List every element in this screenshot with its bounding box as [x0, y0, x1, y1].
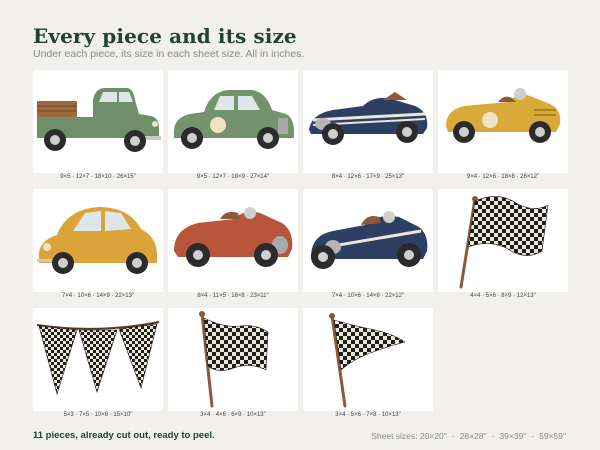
piece-card[interactable]: 8×4 · 12×6 · 17×9 · 25×13" — [303, 70, 433, 180]
piece-sizes: 7×4 · 10×6 · 14×8 · 22×12" — [331, 293, 405, 299]
yellow-beetle-illustration — [37, 207, 157, 274]
piece-image — [33, 189, 163, 292]
piece-image — [303, 189, 433, 292]
piece-card[interactable]: 9×5 · 12×7 · 18×10 · 26×15" — [33, 70, 163, 180]
sheet-size: 28×28" — [459, 431, 487, 441]
page-title: Every piece and its size — [33, 24, 297, 48]
yellow-race-car-illustration — [446, 88, 561, 143]
piece-card[interactable]: 7×4 · 10×6 · 14×9 · 22×13" — [33, 189, 163, 299]
green-vintage-car-illustration — [173, 90, 294, 149]
blue-race-car-illustration — [311, 211, 428, 269]
piece-card[interactable]: 5×3 · 7×5 · 10×6 · 15×10" — [33, 308, 163, 418]
piece-sizes: 8×4 · 11×5 · 16×8 · 23×11" — [197, 293, 269, 299]
piece-image — [303, 308, 433, 411]
piece-image — [168, 189, 298, 292]
piece-card[interactable]: 9×5 · 12×7 · 18×9 · 27×14" — [168, 70, 298, 180]
piece-image — [33, 70, 163, 173]
piece-card[interactable]: 9×4 · 12×6 · 18×8 · 26×12" — [438, 70, 568, 180]
sheet-sizes-label: Sheet sizes: — [371, 431, 418, 441]
piece-sizes: 5×3 · 7×5 · 10×6 · 15×10" — [63, 412, 133, 418]
piece-image — [438, 70, 568, 173]
page-subtitle: Under each piece, its size in each sheet… — [33, 48, 305, 60]
green-pickup-truck-illustration — [37, 88, 161, 152]
checkered-flag-large-illustration — [459, 196, 549, 289]
piece-sizes: 8×4 · 12×6 · 17×9 · 25×13" — [331, 174, 405, 180]
sheet-size: 39×39" — [499, 431, 527, 441]
checkered-flag-small-illustration — [329, 313, 406, 408]
pieces-summary: 11 pieces, already cut out, ready to pee… — [33, 430, 215, 441]
piece-image — [168, 70, 298, 173]
piece-sizes: 9×4 · 12×6 · 18×8 · 26×12" — [466, 174, 540, 180]
sheet-size: 20×20" — [419, 431, 447, 441]
piece-card[interactable]: 8×4 · 11×5 · 16×8 · 23×11" — [168, 189, 298, 299]
piece-image — [168, 308, 298, 411]
sheet-sizes: Sheet sizes: 20×20" · 28×28" · 39×39" · 59×59" — [371, 431, 566, 441]
piece-image — [33, 308, 163, 411]
piece-card[interactable]: 4×4 · 5×6 · 8×9 · 12×13" — [438, 189, 568, 299]
piece-sizes: 9×5 · 12×7 · 18×10 · 26×15" — [60, 174, 136, 180]
sheet-size: 59×59" — [539, 431, 566, 441]
piece-sizes: 3×4 · 4×6 · 6×9 · 10×13" — [200, 412, 266, 418]
piece-card[interactable]: 7×4 · 10×6 · 14×8 · 22×12" — [303, 189, 433, 299]
checkered-flag-medium-illustration — [199, 311, 269, 408]
piece-card[interactable]: 3×4 · 5×6 · 7×8 · 10×13" — [303, 308, 433, 418]
blue-roadster-illustration — [309, 92, 428, 145]
pieces-grid: 9×5 · 12×7 · 18×10 · 26×15" 9×5 · 12×7 ·… — [33, 70, 568, 418]
piece-sizes: 3×4 · 5×6 · 7×8 · 10×13" — [335, 412, 401, 418]
piece-image — [438, 189, 568, 292]
piece-sizes: 9×5 · 12×7 · 18×9 · 27×14" — [196, 174, 270, 180]
piece-image — [303, 70, 433, 173]
piece-card[interactable]: 3×4 · 4×6 · 6×9 · 10×13" — [168, 308, 298, 418]
checkered-bunting-illustration — [36, 321, 160, 396]
piece-sizes: 4×4 · 5×6 · 8×9 · 12×13" — [470, 293, 536, 299]
red-race-car-illustration — [174, 207, 293, 267]
piece-sizes: 7×4 · 10×6 · 14×9 · 22×13" — [61, 293, 135, 299]
